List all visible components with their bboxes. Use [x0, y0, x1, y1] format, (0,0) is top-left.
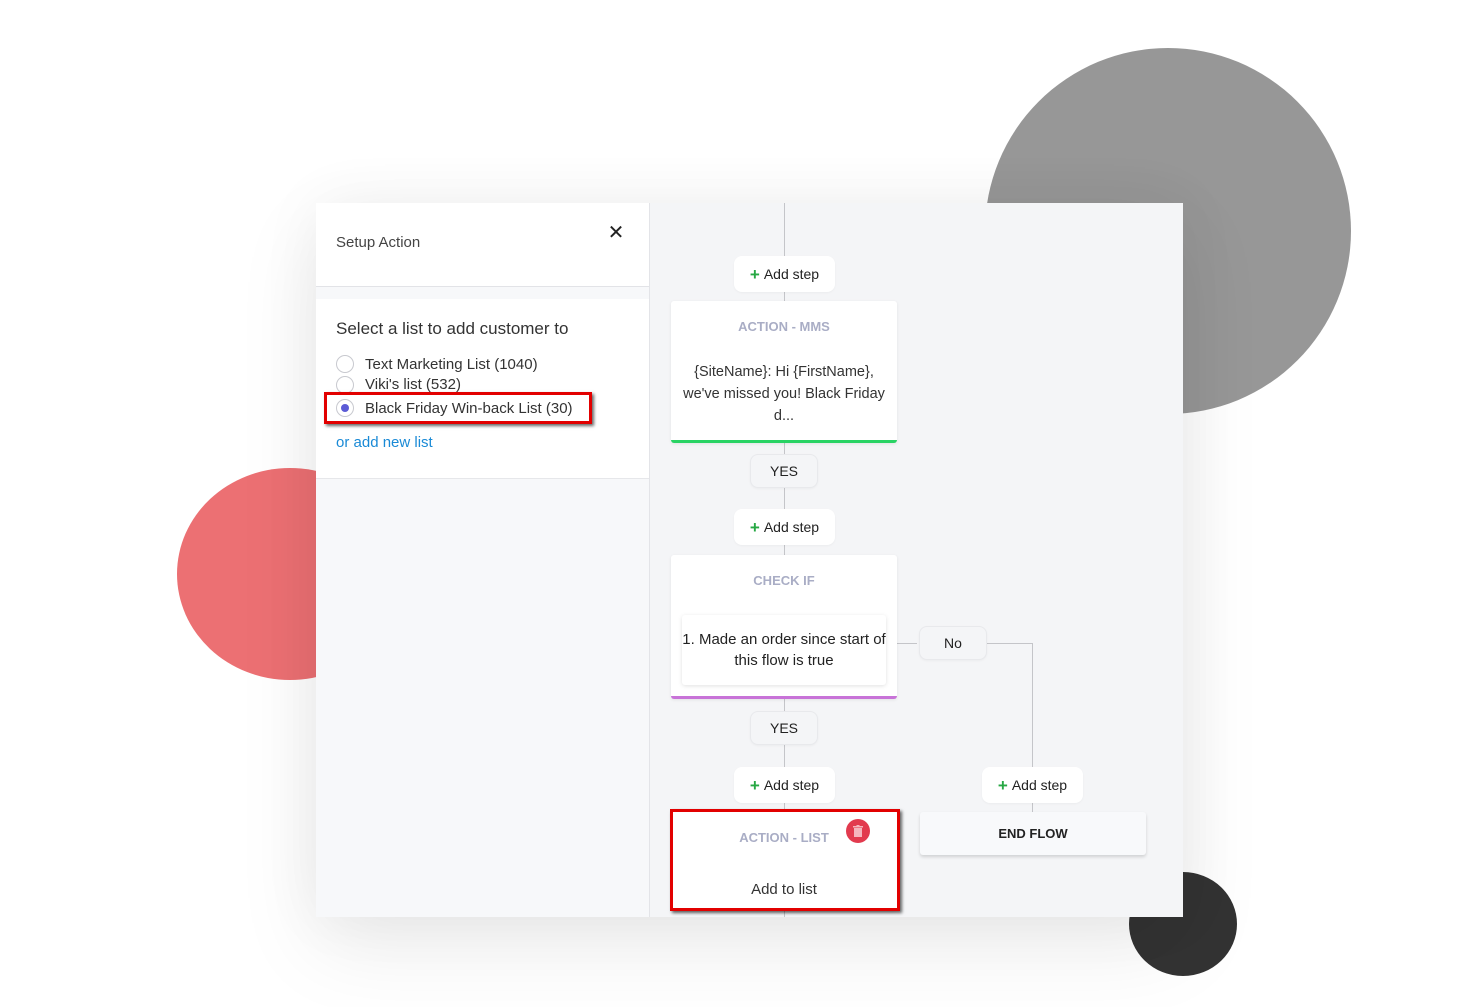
- add-step-button[interactable]: + Add step: [734, 256, 835, 292]
- yes-branch-label: YES: [750, 454, 818, 488]
- add-step-label: Add step: [763, 519, 820, 535]
- close-icon[interactable]: ✕: [606, 222, 626, 244]
- no-branch-label: No: [919, 626, 987, 660]
- radio-button[interactable]: [336, 355, 354, 373]
- node-title: CHECK IF: [753, 573, 815, 588]
- list-option-label: Text Marketing List (1040): [365, 355, 538, 373]
- add-step-label: Add step: [763, 777, 820, 793]
- trash-icon-glyph: [853, 825, 863, 837]
- node-message: {SiteName}: Hi {FirstName}, we've missed…: [683, 364, 885, 424]
- add-new-list-link[interactable]: or add new list: [336, 434, 433, 451]
- action-mms-node[interactable]: ACTION - MMS {SiteName}: Hi {FirstName},…: [671, 301, 897, 443]
- radio-button[interactable]: [336, 376, 354, 393]
- node-description: Add to list: [751, 881, 817, 898]
- setup-action-panel: Setup Action ✕ Select a list to add cust…: [316, 203, 650, 917]
- trash-icon[interactable]: [846, 819, 870, 843]
- check-if-node[interactable]: CHECK IF 1. Made an order since start of…: [671, 555, 897, 699]
- panel-header: Setup Action ✕: [316, 203, 649, 287]
- list-option-vikis-list[interactable]: Viki's list (532): [336, 375, 461, 393]
- condition-box[interactable]: 1. Made an order since start of this flo…: [682, 615, 886, 685]
- add-step-button[interactable]: + Add step: [982, 767, 1083, 803]
- list-option-text-marketing[interactable]: Text Marketing List (1040): [336, 353, 538, 375]
- list-option-label: Black Friday Win-back List (30): [365, 399, 573, 417]
- list-selection-heading: Select a list to add customer to: [336, 319, 569, 338]
- add-step-button[interactable]: + Add step: [734, 767, 835, 803]
- list-option-label: Viki's list (532): [365, 375, 461, 393]
- node-title: ACTION - MMS: [738, 319, 830, 334]
- end-flow-node[interactable]: END FLOW: [920, 812, 1146, 855]
- plus-icon: +: [749, 775, 760, 795]
- add-step-label: Add step: [763, 266, 820, 282]
- node-title: END FLOW: [998, 826, 1068, 841]
- plus-icon: +: [997, 775, 1008, 795]
- list-option-black-friday[interactable]: Black Friday Win-back List (30): [336, 397, 573, 419]
- panel-title: Setup Action: [336, 234, 421, 251]
- flow-canvas[interactable]: + Add step ACTION - MMS {SiteName}: Hi {…: [650, 203, 1183, 917]
- list-selection-card: Select a list to add customer to Text Ma…: [316, 299, 649, 479]
- flow-editor-window: Setup Action ✕ Select a list to add cust…: [316, 203, 1183, 917]
- connector-line: [897, 643, 917, 644]
- yes-branch-label: YES: [750, 711, 818, 745]
- plus-icon: +: [749, 517, 760, 537]
- radio-button-selected[interactable]: [336, 399, 354, 417]
- plus-icon: +: [749, 264, 760, 284]
- connector-line: [985, 643, 1033, 644]
- add-step-button[interactable]: + Add step: [734, 509, 835, 545]
- add-step-label: Add step: [1011, 777, 1068, 793]
